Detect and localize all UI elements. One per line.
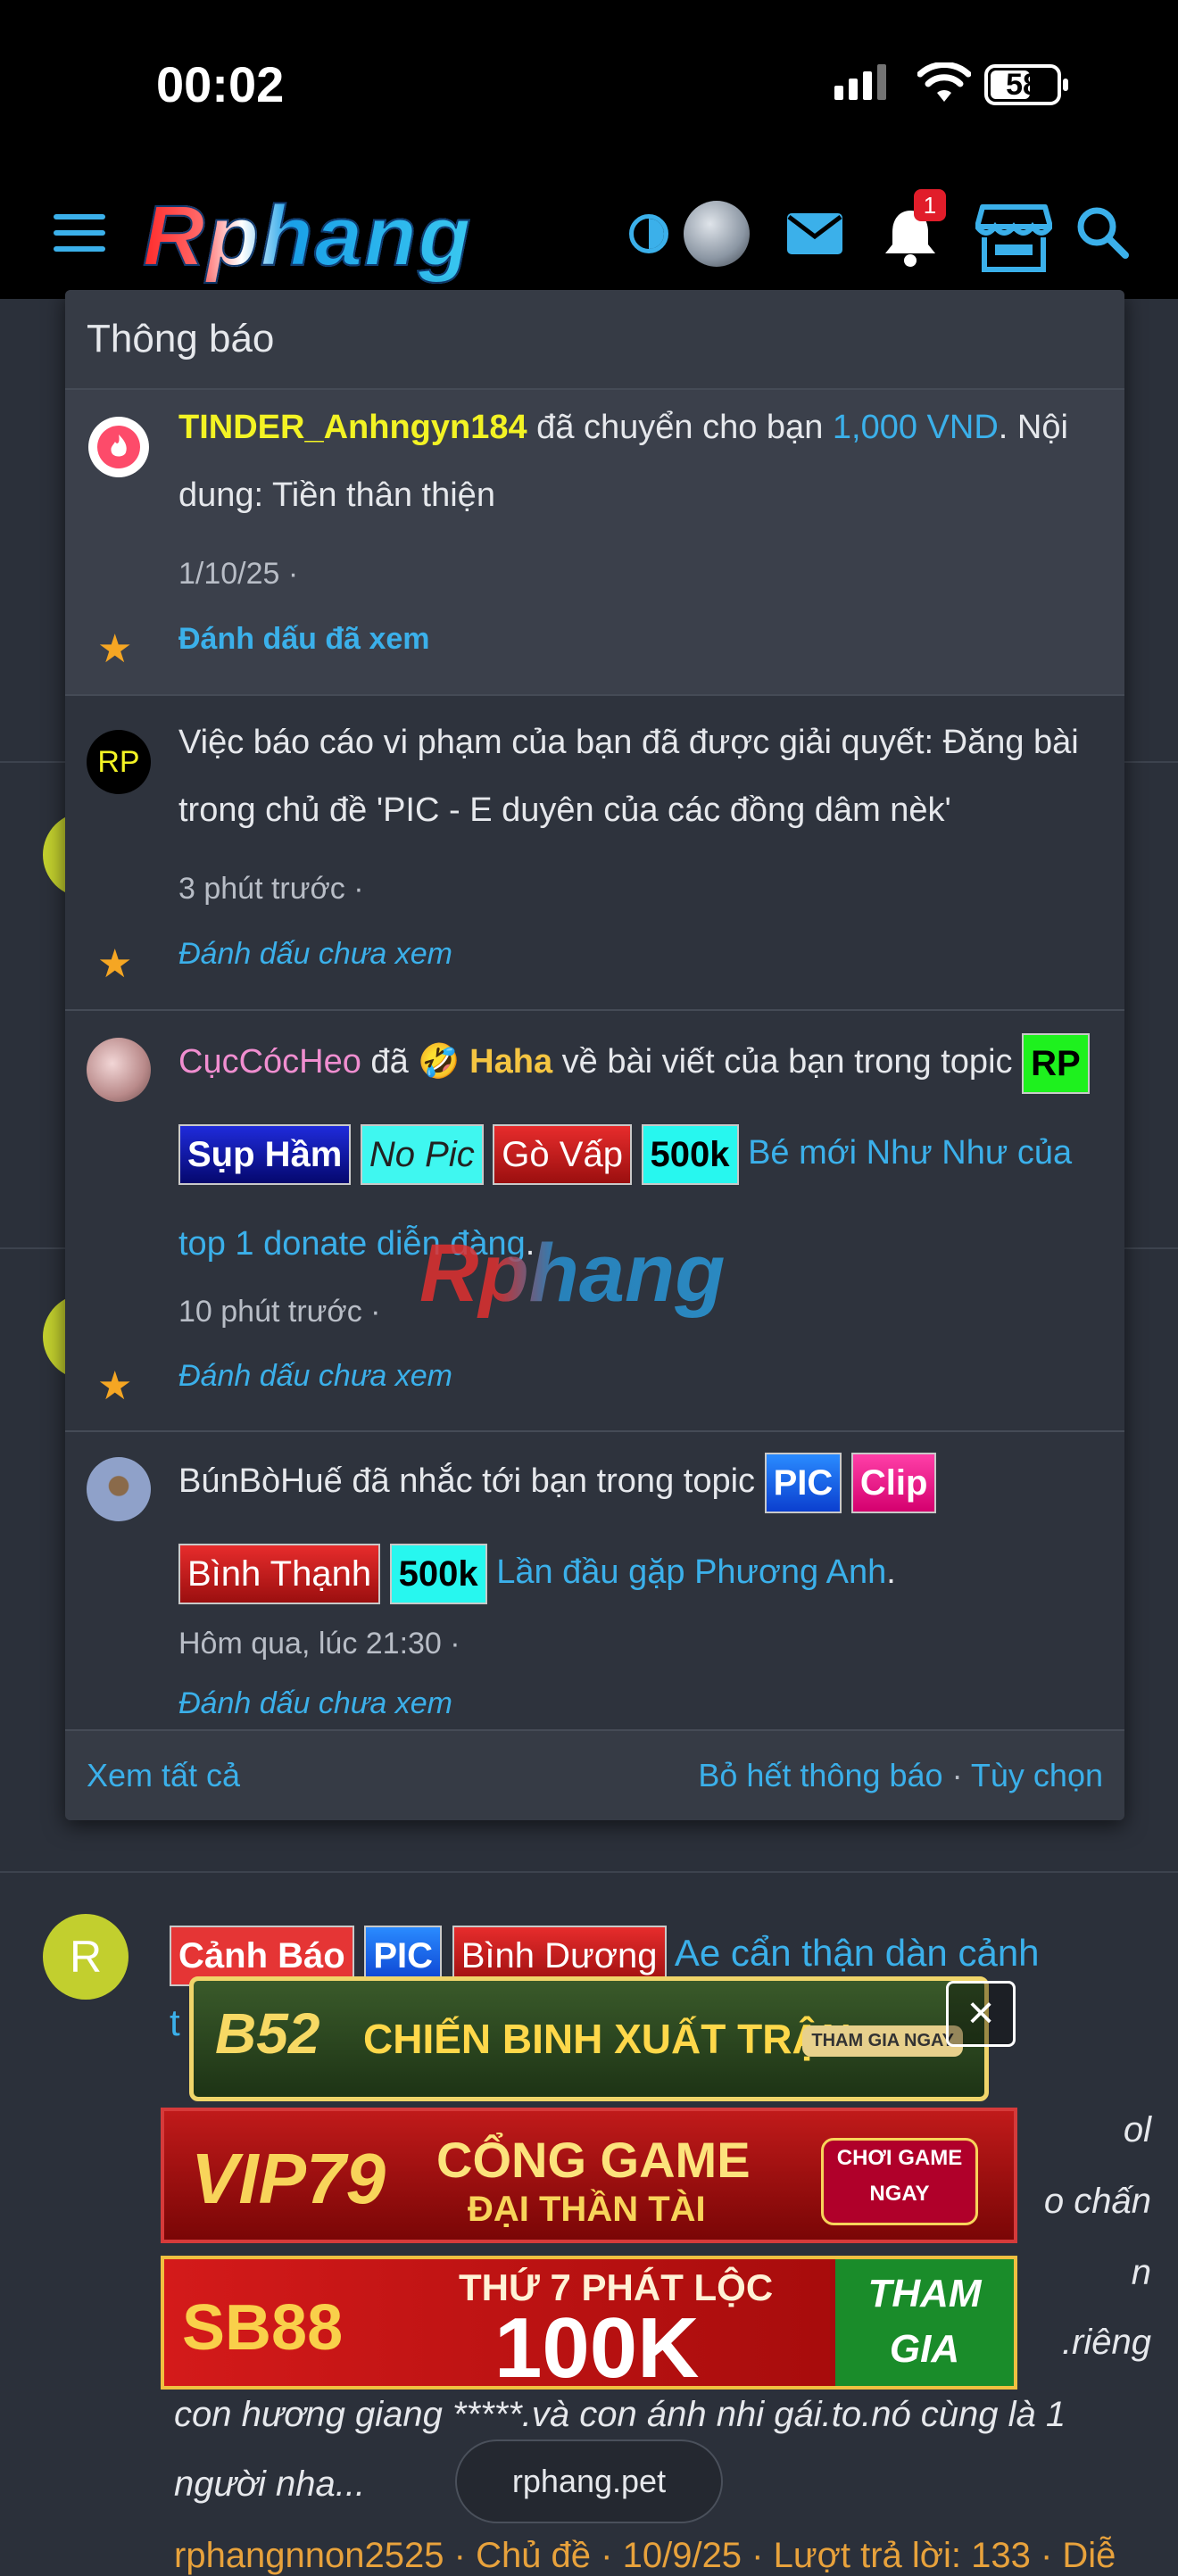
site-logo[interactable]: Rphang bbox=[142, 187, 472, 286]
transfer-amount: 1,000 VND bbox=[832, 409, 999, 446]
user-avatar[interactable] bbox=[684, 201, 750, 267]
notification-text: . bbox=[886, 1553, 896, 1591]
notification-item[interactable]: BúnBòHuế đã nhắc tới bạn trong topic PIC… bbox=[65, 1432, 1124, 1735]
tag-go-vap[interactable]: Gò Vấp bbox=[493, 1123, 632, 1185]
watermark-logo: Rphang bbox=[419, 1228, 726, 1319]
haha-emoji-icon: 🤣 bbox=[418, 1043, 460, 1081]
thread-divider bbox=[0, 1871, 1178, 1873]
star-icon[interactable]: ★ bbox=[97, 1363, 132, 1409]
thread-title-continuation[interactable]: t bbox=[170, 2001, 180, 2043]
reaction-label: Haha bbox=[469, 1043, 553, 1081]
thread-title-link[interactable]: Ae cẩn thận dàn cảnh bbox=[675, 1932, 1040, 1974]
mail-icon[interactable] bbox=[785, 210, 844, 258]
ad-banner-b52[interactable]: B52 CHIẾN BINH XUẤT TRẬN THAM GIA NGAY bbox=[189, 1976, 989, 2101]
notification-text: đã nhắc tới bạn trong topic bbox=[342, 1462, 765, 1500]
ad-cta[interactable]: THAM GIA NGAY bbox=[835, 2259, 1014, 2386]
status-bar: 00:02 58 bbox=[0, 0, 1178, 170]
notification-item[interactable]: RP Việc báo cáo vi phạm của bạn đã được … bbox=[65, 705, 1124, 1011]
notification-text: đã bbox=[361, 1043, 419, 1081]
wifi-icon bbox=[917, 62, 971, 102]
theme-toggle-icon[interactable] bbox=[629, 214, 668, 253]
ad-brand: SB88 bbox=[182, 2292, 344, 2364]
thread-snippet-fragment: .riêng bbox=[1061, 2323, 1151, 2362]
notification-item[interactable]: CụcCócHeo đã 🤣 Haha về bài viết của bạn … bbox=[65, 1013, 1124, 1432]
tag-sup-ham[interactable]: Sụp Hầm bbox=[178, 1123, 352, 1185]
ad-brand: B52 bbox=[215, 2001, 320, 2066]
footer-separator: · bbox=[942, 1757, 971, 1793]
menu-icon[interactable] bbox=[54, 214, 105, 253]
notification-text: đã chuyển cho bạn bbox=[527, 409, 833, 446]
ad-headline: CỔNG GAME bbox=[436, 2132, 751, 2188]
user-avatar-bunbohue[interactable] bbox=[87, 1457, 151, 1521]
tag-rp[interactable]: RP bbox=[1022, 1032, 1090, 1094]
ad-banner-vip79[interactable]: VIP79 CỔNG GAME ĐẠI THẦN TÀI CHƠI GAME N… bbox=[161, 2108, 1017, 2243]
ad-cta[interactable]: CHƠI GAME NGAY bbox=[821, 2138, 978, 2225]
ad-headline: CHIẾN BINH XUẤT TRẬN bbox=[363, 2016, 851, 2062]
dropdown-footer: Xem tất cả Bỏ hết thông báo · Tùy chọn bbox=[65, 1729, 1124, 1820]
tinder-avatar-icon bbox=[88, 417, 149, 477]
notification-time: Hôm qua, lúc 21:30 · bbox=[178, 1627, 460, 1661]
notification-time: 3 phút trước · bbox=[178, 872, 364, 906]
user-avatar-cuccocheo[interactable] bbox=[87, 1038, 151, 1102]
store-icon[interactable] bbox=[975, 202, 1052, 273]
tag-no-pic[interactable]: No Pic bbox=[360, 1123, 484, 1185]
notification-text: Việc báo cáo vi phạm của bạn đã được giả… bbox=[178, 724, 1079, 829]
notifications-dropdown: Thông báo TINDER_Anhngyn184 đã chuyển ch… bbox=[65, 290, 1124, 1820]
notification-text: về bài viết của bạn trong topic bbox=[552, 1043, 1023, 1081]
battery-icon: 58 bbox=[984, 64, 1068, 105]
topic-link[interactable]: Lần đầu gặp Phương Anh bbox=[496, 1553, 886, 1591]
star-icon[interactable]: ★ bbox=[97, 626, 132, 672]
view-all-link[interactable]: Xem tất cả bbox=[87, 1731, 240, 1820]
mark-unread-link[interactable]: Đánh dấu chưa xem bbox=[178, 1359, 452, 1394]
cellular-signal-icon bbox=[834, 64, 892, 100]
notification-count-badge: 1 bbox=[914, 189, 946, 221]
ad-banner-sb88[interactable]: SB88 THỨ 7 PHÁT LỘC 100K THAM GIA NGAY bbox=[161, 2256, 1017, 2390]
options-link[interactable]: Tùy chọn bbox=[971, 1757, 1103, 1793]
thread-snippet-fragment: o chấn bbox=[1043, 2182, 1151, 2221]
notification-username[interactable]: TINDER_Anhngyn184 bbox=[178, 409, 527, 446]
tag-binh-thanh[interactable]: Bình Thạnh bbox=[178, 1543, 381, 1604]
ad-amount: 100K bbox=[494, 2300, 700, 2390]
tag-500k[interactable]: 500k bbox=[389, 1543, 487, 1604]
battery-level: 58 bbox=[1006, 68, 1040, 102]
notification-time: 1/10/25 · bbox=[178, 557, 299, 591]
browser-url-pill[interactable]: rphang.pet bbox=[455, 2439, 723, 2523]
thread-snippet-fragment: n bbox=[1131, 2253, 1151, 2292]
search-icon[interactable] bbox=[1075, 205, 1129, 259]
thread-meta: rphangnnon2525 · Chủ đề · 10/9/25 · Lượt… bbox=[174, 2536, 1116, 2575]
close-ad-button[interactable]: × bbox=[946, 1981, 1016, 2047]
clock: 00:02 bbox=[156, 56, 285, 112]
notification-time: 10 phút trước · bbox=[178, 1295, 381, 1329]
ad-brand: VIP79 bbox=[191, 2139, 386, 2218]
site-header: Rphang 1 bbox=[0, 170, 1178, 299]
mark-read-link[interactable]: Đánh dấu đã xem bbox=[178, 622, 430, 657]
notification-username[interactable]: BúnBòHuế bbox=[178, 1462, 343, 1500]
star-icon[interactable]: ★ bbox=[97, 941, 132, 987]
dismiss-all-link[interactable]: Bỏ hết thông báo bbox=[698, 1757, 942, 1793]
thread-snippet-fragment: ol bbox=[1123, 2110, 1151, 2149]
tag-clip[interactable]: Clip bbox=[850, 1452, 937, 1513]
mark-unread-link[interactable]: Đánh dấu chưa xem bbox=[178, 937, 452, 972]
dropdown-title: Thông báo bbox=[65, 290, 1124, 390]
mark-unread-link[interactable]: Đánh dấu chưa xem bbox=[178, 1686, 452, 1721]
ad-subheadline: ĐẠI THẦN TÀI bbox=[468, 2190, 706, 2229]
tag-pic[interactable]: PIC bbox=[764, 1452, 842, 1513]
notification-item[interactable]: TINDER_Anhngyn184 đã chuyển cho bạn 1,00… bbox=[65, 390, 1124, 696]
notification-username[interactable]: CụcCócHeo bbox=[178, 1043, 361, 1081]
ad-cta[interactable]: THAM GIA NGAY bbox=[802, 2025, 963, 2057]
thread-avatar[interactable]: R bbox=[43, 1914, 129, 2000]
tag-500k[interactable]: 500k bbox=[641, 1123, 739, 1185]
rp-avatar: RP bbox=[87, 730, 151, 794]
